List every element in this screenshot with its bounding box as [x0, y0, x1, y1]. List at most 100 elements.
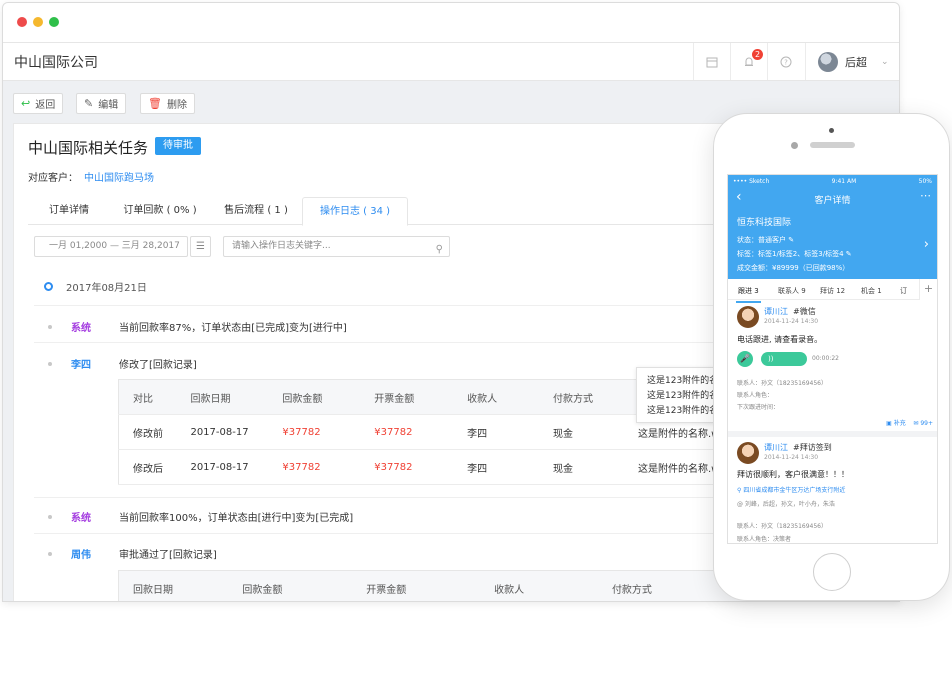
home-button[interactable]: [813, 553, 851, 591]
post-contact-role: 联系人角色：决策者: [737, 536, 792, 543]
carrier-label: •••• Sketch: [733, 177, 770, 185]
voice-message[interactable]: )): [761, 352, 807, 366]
maximize-window-button[interactable]: [49, 17, 59, 27]
log-author[interactable]: 周伟: [71, 546, 119, 561]
timeline-dot-icon: [44, 282, 53, 291]
post-next-follow-up: 下次跟进时间：: [737, 404, 780, 411]
pencil-icon[interactable]: ✎: [788, 236, 794, 244]
company-name: 中山国际公司: [14, 55, 98, 71]
table-cell: 现金: [539, 449, 624, 485]
phone-mockup: •••• Sketch 9:41 AM 50% ‹ 客户详情 ⋯ 恒东科技国际 …: [713, 113, 950, 601]
column-header: 开票金额: [360, 379, 454, 415]
author-name[interactable]: 谭川江: [764, 443, 788, 452]
delete-label: 删除: [166, 100, 187, 111]
help-icon[interactable]: ?: [767, 43, 803, 80]
column-header: 回款日期: [118, 570, 229, 601]
column-header: 开票金额: [352, 570, 481, 601]
screen-title: 客户详情: [814, 196, 851, 206]
post-time: 2014-11-24 14:30: [764, 454, 819, 461]
deal-amount: 成交金额：¥89999（已回款98%）: [737, 264, 850, 272]
customer-tags: 标签：标签1/标签2、标签3/标签4 ✎: [737, 249, 852, 259]
trash-icon: 🗑: [148, 97, 162, 110]
status-time: 9:41 AM: [831, 177, 857, 185]
screenshot-stage: 中山国际公司 2 ? 后超 ⌄ ↩ 返回 ✎ 编辑 🗑 删除 中山国际相关任务 …: [0, 0, 952, 680]
tab-visits[interactable]: 拜访 12: [820, 286, 845, 296]
log-author[interactable]: 李四: [71, 356, 119, 371]
edit-icon: ✎: [84, 97, 94, 110]
customer-header: •••• Sketch 9:41 AM 50% ‹ 客户详情 ⋯ 恒东科技国际 …: [728, 175, 937, 279]
window-titlebar: [3, 3, 899, 43]
column-header: 回款日期: [176, 379, 269, 415]
log-entry: 系统 当前回款率87%，订单状态由[已完成]变为[进行中]: [44, 319, 347, 334]
filter-icon[interactable]: ☰: [190, 236, 211, 257]
edit-label: 编辑: [98, 100, 119, 111]
table-cell: ¥37782: [360, 449, 454, 485]
customer-link[interactable]: 中山国际跑马场: [84, 173, 154, 184]
tab-follow-up[interactable]: 跟进 3: [736, 286, 761, 303]
svg-text:?: ?: [784, 58, 788, 66]
tab-opportunities[interactable]: 机会 1: [861, 286, 882, 296]
log-text: 当前回款率87%，订单状态由[已完成]变为[进行中]: [119, 323, 347, 334]
post-text: 拜访很顺利，客户很满意！！！: [737, 470, 849, 479]
comments-button[interactable]: ✉ 99+: [913, 420, 933, 427]
column-header: 回款金额: [268, 379, 361, 415]
table-cell: ¥37782: [268, 449, 361, 485]
close-window-button[interactable]: [17, 17, 27, 27]
chevron-down-icon: ⌄: [881, 56, 889, 67]
back-button[interactable]: ↩ 返回: [13, 93, 64, 114]
minimize-window-button[interactable]: [33, 17, 43, 27]
tab-orders[interactable]: 订: [900, 286, 907, 296]
post-text: 电话跟进, 请查看录音。: [737, 335, 823, 344]
column-header: 付款方式: [539, 379, 624, 415]
date-range-picker[interactable]: 一月 01,2000 — 三月 28,2017: [34, 236, 188, 257]
avatar: [737, 442, 759, 464]
back-arrow-icon: ↩: [21, 97, 31, 110]
tab-order-detail[interactable]: 订单详情: [28, 197, 110, 225]
user-name: 后超: [845, 55, 867, 69]
post-contact-role: 联系人角色：: [737, 392, 774, 399]
tab-after-sales[interactable]: 售后流程 ( 1 ): [210, 197, 302, 225]
bell-icon[interactable]: 2: [730, 43, 766, 80]
table-cell: 现金: [539, 414, 624, 450]
table-cell: ¥37782: [360, 414, 454, 450]
search-input[interactable]: 请输入操作日志关键字... ⚲: [223, 236, 450, 257]
app-header: 中山国际公司 2 ? 后超 ⌄: [3, 43, 899, 81]
log-text: 当前回款率100%，订单状态由[进行中]变为[已完成]: [119, 513, 354, 524]
table-cell: 李四: [453, 449, 540, 485]
chevron-right-icon[interactable]: ›: [924, 237, 929, 252]
location-link[interactable]: ⚲ 四川省成都市金牛区万达广场支行附近: [737, 485, 845, 494]
state-text: 状态：普通客户: [737, 236, 786, 244]
bullet-icon: [48, 514, 52, 519]
column-header: 收款人: [453, 379, 540, 415]
post-time: 2014-11-24 14:30: [764, 318, 819, 325]
location-text: 四川省成都市金牛区万达广场支行附近: [743, 487, 846, 494]
bullet-icon: [48, 361, 52, 366]
avatar: [818, 51, 838, 72]
more-icon[interactable]: ⋯: [920, 189, 931, 202]
back-label: 返回: [35, 100, 56, 111]
customer-company: 恒东科技国际: [737, 218, 792, 228]
table-cell: 修改后: [118, 449, 177, 485]
table-cell: 2017-08-17: [176, 449, 269, 485]
supplement-button[interactable]: ▣ 补充: [886, 420, 906, 427]
table-cell: ¥37782: [268, 414, 361, 450]
status-badge: 待审批: [155, 137, 201, 155]
microphone-icon[interactable]: 🎤: [737, 351, 753, 367]
column-header: 收款人: [480, 570, 598, 601]
author-name[interactable]: 谭川江: [764, 307, 788, 316]
edit-button[interactable]: ✎ 编辑: [76, 93, 127, 114]
follow-up-post: 谭川江 #微信 2014-11-24 14:30 电话跟进, 请查看录音。 🎤 )…: [728, 301, 937, 431]
customer-row: 对应客户： 中山国际跑马场: [28, 169, 154, 184]
tab-contacts[interactable]: 联系人 9: [778, 286, 806, 296]
search-icon: ⚲: [435, 244, 443, 255]
tags-text: 标签：标签1/标签2、标签3/标签4: [737, 250, 844, 258]
add-icon[interactable]: +: [919, 279, 937, 300]
user-menu[interactable]: 后超 ⌄: [805, 43, 899, 80]
calendar-icon[interactable]: [693, 43, 729, 80]
post-tag: #微信: [793, 307, 816, 316]
tab-payments[interactable]: 订单回款 ( 0% ): [110, 197, 210, 225]
bullet-icon: [48, 551, 52, 556]
pencil-icon[interactable]: ✎: [846, 250, 852, 258]
delete-button[interactable]: 🗑 删除: [140, 93, 195, 114]
tab-operation-log[interactable]: 操作日志 ( 34 ): [302, 197, 408, 226]
